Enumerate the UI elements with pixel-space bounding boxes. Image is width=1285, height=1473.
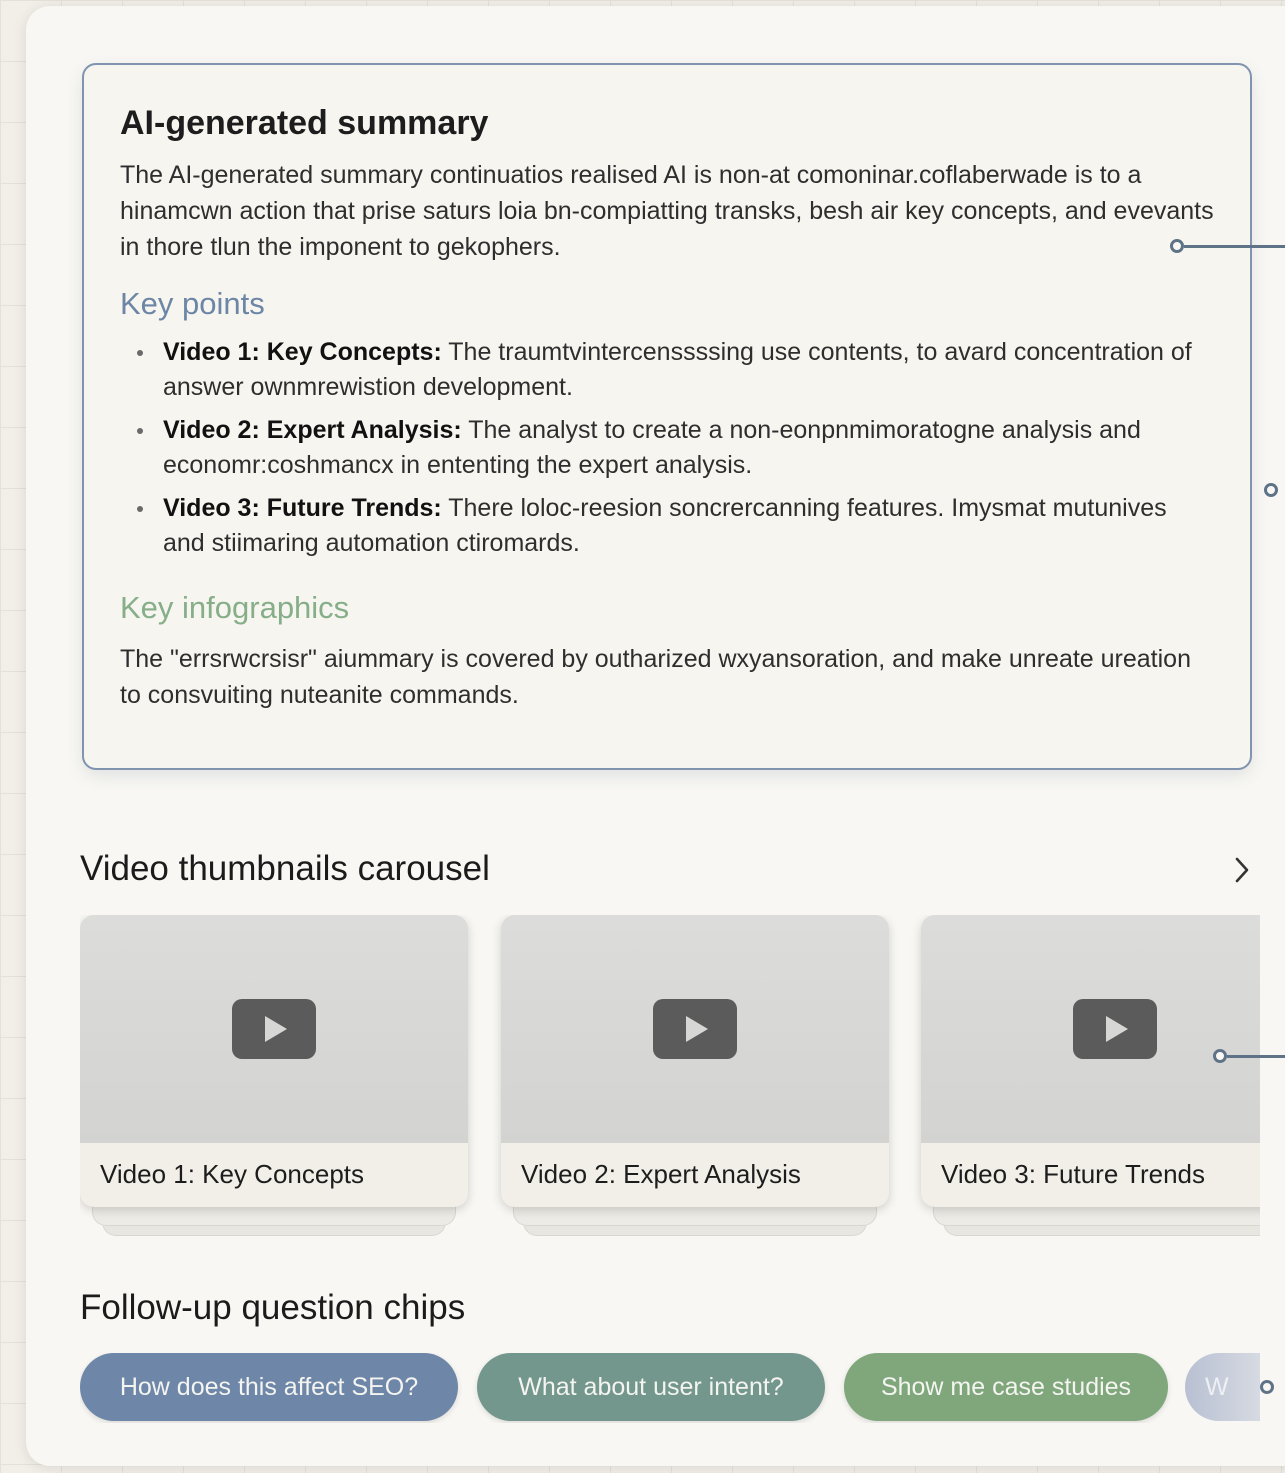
carousel-next-button[interactable]	[1225, 850, 1259, 890]
play-icon[interactable]	[653, 999, 737, 1059]
chips-title: Follow-up question chips	[80, 1288, 466, 1327]
connector-node-icon	[1213, 1049, 1227, 1063]
bullet-icon	[137, 428, 143, 434]
chip-seo[interactable]: How does this affect SEO?	[80, 1353, 458, 1421]
key-point-label: Video 1: Key Concepts:	[163, 338, 442, 366]
infographics-text: The "errsrwcrsisr" aiummary is covered b…	[120, 645, 1191, 709]
key-point-item: Video 1: Key Concepts: The traumtvinterc…	[120, 335, 1214, 405]
bullet-icon	[137, 350, 143, 356]
key-point-item: Video 3: Future Trends: There loloc-rees…	[120, 491, 1214, 561]
chevron-right-icon	[1235, 857, 1249, 883]
summary-card: AI-generated summary The AI-generated su…	[82, 63, 1252, 770]
chips-row: How does this affect SEO? What about use…	[80, 1353, 1260, 1423]
key-points-list: Video 1: Key Concepts: The traumtvinterc…	[120, 335, 1214, 561]
chip-user-intent[interactable]: What about user intent?	[477, 1353, 825, 1421]
carousel-title: Video thumbnails carousel	[80, 849, 490, 888]
key-infographics-heading: Key infographics	[120, 590, 350, 625]
play-icon[interactable]	[232, 999, 316, 1059]
chip-case-studies[interactable]: Show me case studies	[844, 1353, 1168, 1421]
connector-node-icon	[1264, 483, 1278, 497]
summary-text: The AI-generated summary continuatios re…	[120, 161, 1214, 261]
key-point-item: Video 2: Expert Analysis: The analyst to…	[120, 413, 1214, 483]
key-points-heading: Key points	[120, 286, 265, 321]
chip-partial[interactable]: W	[1185, 1353, 1260, 1421]
video-caption: Video 2: Expert Analysis	[521, 1159, 801, 1189]
carousel-track: Video 1: Key Concepts Video 2: Expert An…	[80, 915, 1260, 1245]
video-caption: Video 3: Future Trends	[941, 1159, 1206, 1189]
video-caption: Video 1: Key Concepts	[100, 1159, 365, 1189]
key-point-label: Video 3: Future Trends:	[163, 494, 442, 522]
video-card[interactable]: Video 1: Key Concepts	[80, 915, 468, 1236]
connector-node-icon	[1170, 239, 1184, 253]
summary-title: AI-generated summary	[120, 104, 489, 142]
bullet-icon	[137, 506, 143, 512]
connector-node-icon	[1260, 1380, 1274, 1394]
video-card[interactable]: Video 3: Future Trends	[921, 915, 1260, 1236]
key-point-label: Video 2: Expert Analysis:	[163, 416, 462, 444]
video-card[interactable]: Video 2: Expert Analysis	[501, 915, 889, 1236]
play-icon[interactable]	[1073, 999, 1157, 1059]
